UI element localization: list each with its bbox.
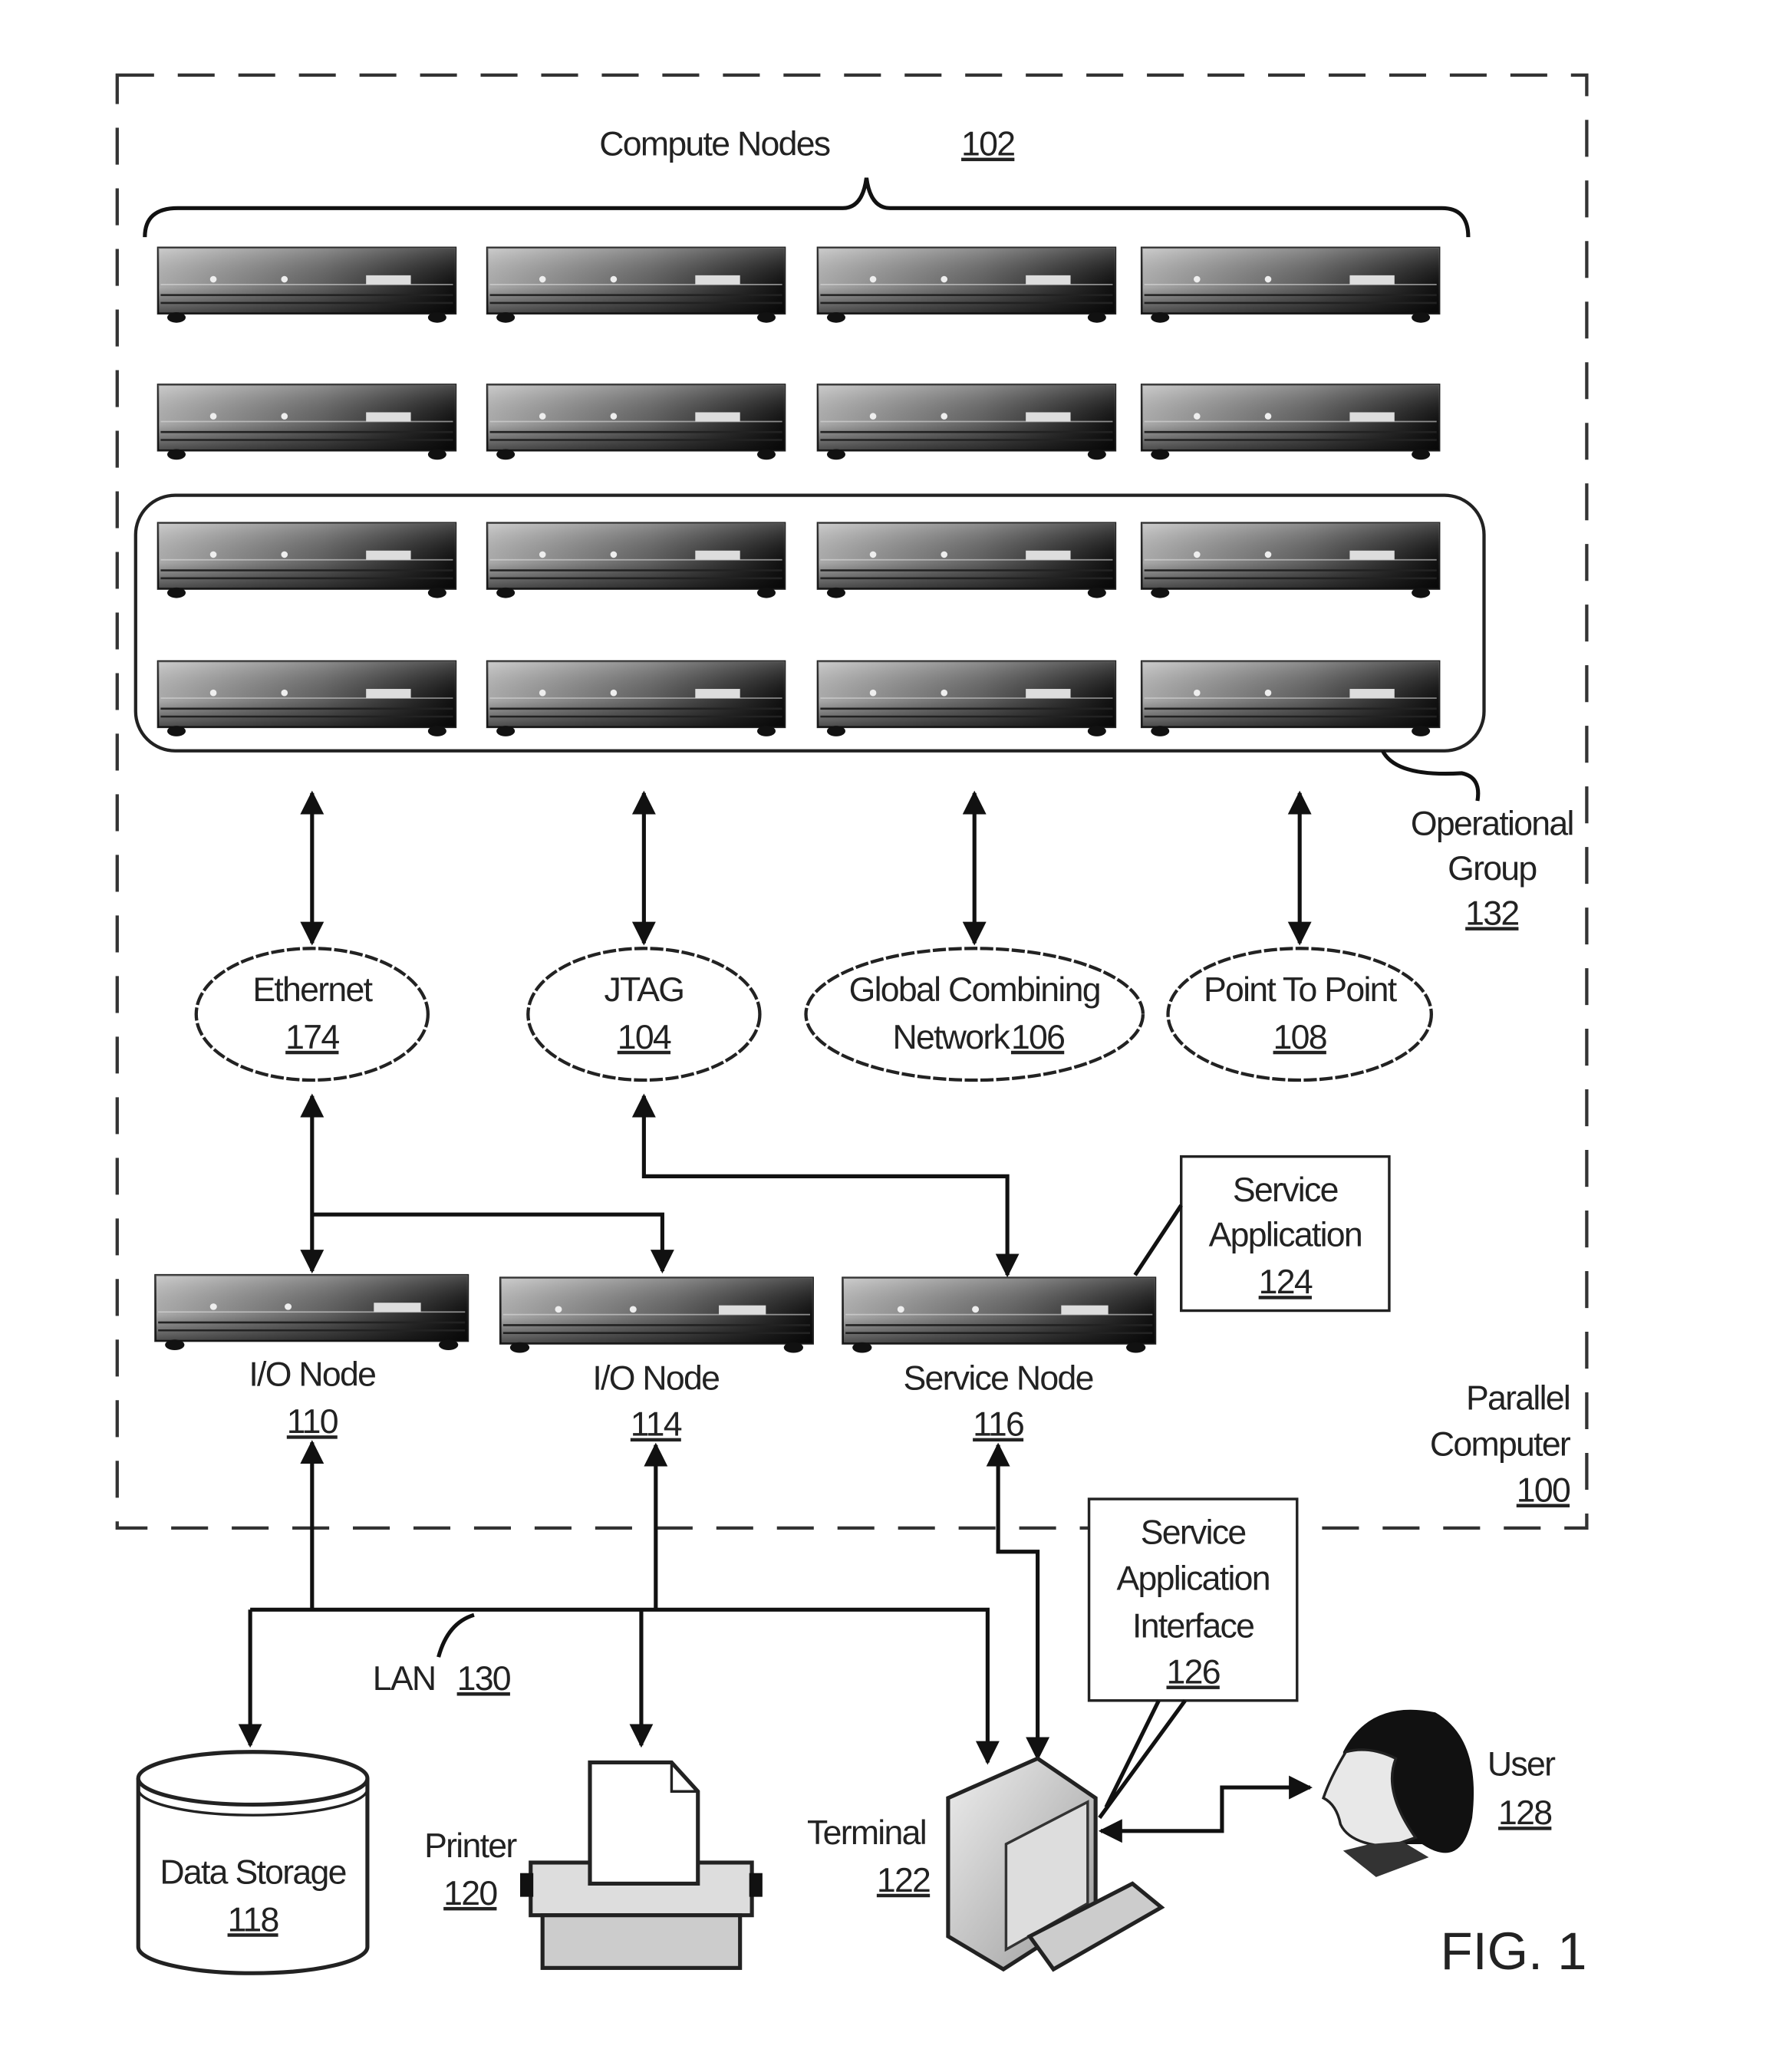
io-node-2-label: I/O Node: [592, 1360, 719, 1398]
io-node-1-label: I/O Node: [249, 1356, 375, 1393]
compute-node: [156, 522, 457, 599]
ethernet-ref: 174: [285, 1019, 339, 1056]
global-combining-label2: Network: [893, 1019, 1011, 1056]
compute-nodes-ref: 102: [961, 126, 1014, 163]
compute-node: [1140, 522, 1441, 599]
operational-group-line2: Group: [1448, 850, 1536, 888]
network-point-to-point: Point To Point 108: [1166, 947, 1433, 1082]
service-application-line1: Service: [1233, 1171, 1338, 1209]
parallel-computer-line2: Computer: [1430, 1425, 1571, 1463]
jtag-ref: 104: [618, 1019, 671, 1056]
compute-node: [816, 384, 1117, 461]
terminal-ref: 122: [877, 1862, 930, 1899]
lan-bus: [250, 1607, 1000, 1765]
printer-ref: 120: [443, 1875, 497, 1912]
jtag-label: JTAG: [604, 971, 684, 1009]
user-label: User: [1487, 1746, 1556, 1784]
global-combining-label: Global Combining: [849, 971, 1100, 1009]
service-application-line2: Application: [1209, 1216, 1362, 1253]
compute-node: [156, 660, 457, 738]
compute-node: [486, 522, 786, 599]
global-combining-ref: 106: [1011, 1019, 1064, 1056]
compute-node-grid: [156, 246, 1441, 738]
service-node-ref: 116: [973, 1406, 1023, 1444]
compute-node: [156, 384, 457, 461]
service-node-116: [842, 1276, 1157, 1354]
sai-line1: Service: [1141, 1514, 1246, 1551]
io-node-2-ref: 114: [631, 1406, 682, 1444]
p2p-ref: 108: [1273, 1019, 1326, 1056]
link-service-terminal: [986, 1442, 1050, 1761]
service-application-ref: 124: [1259, 1263, 1313, 1301]
compute-node: [1140, 660, 1441, 738]
io-node-110: [154, 1273, 469, 1352]
data-storage-label: Data Storage: [160, 1853, 345, 1891]
operational-group-line1: Operational: [1411, 805, 1573, 843]
link-ethernet-io2: [311, 1212, 674, 1274]
figure-caption: FIG. 1: [1441, 1922, 1587, 1981]
link-terminal-user: [1098, 1775, 1313, 1843]
compute-node: [486, 246, 786, 324]
patent-diagram: Compute Nodes 102 Operational Group 132 …: [115, 73, 1589, 1981]
compute-node: [156, 246, 457, 324]
printer-icon: [520, 1760, 763, 1970]
lan-label: LAN: [373, 1660, 436, 1698]
parallel-computer-ref: 100: [1517, 1471, 1570, 1509]
network-global-combining: Global Combining Network 106: [804, 947, 1145, 1082]
ethernet-label: Ethernet: [252, 971, 373, 1009]
sai-line2: Application: [1116, 1560, 1269, 1598]
service-application-leader: [1133, 1204, 1183, 1276]
network-ethernet: Ethernet 174: [194, 947, 430, 1082]
compute-node: [816, 660, 1117, 738]
printer-label: Printer: [424, 1827, 517, 1865]
sai-line3: Interface: [1132, 1607, 1254, 1645]
user-ref: 128: [1498, 1794, 1551, 1832]
compute-node: [816, 522, 1117, 599]
sai-leader: [1098, 1699, 1187, 1820]
compute-nodes-brace: [143, 177, 1471, 238]
operational-group-leader: [1381, 749, 1481, 802]
service-node-label: Service Node: [903, 1360, 1092, 1398]
user-icon: [1321, 1709, 1474, 1877]
terminal-icon: [946, 1756, 1165, 1972]
compute-node: [816, 246, 1117, 324]
io-node-1-ref: 110: [287, 1403, 338, 1441]
compute-nodes-label: Compute Nodes: [599, 126, 829, 163]
lan-ref: 130: [457, 1660, 511, 1698]
operational-group-ref: 132: [1465, 894, 1518, 932]
parallel-computer-line1: Parallel: [1466, 1379, 1570, 1417]
sai-ref: 126: [1167, 1653, 1220, 1691]
data-storage-ref: 118: [228, 1901, 278, 1939]
terminal-label: Terminal: [807, 1814, 926, 1852]
compute-node: [486, 660, 786, 738]
compute-node: [486, 384, 786, 461]
network-jtag: JTAG 104: [526, 947, 762, 1082]
lan-leader: [437, 1612, 475, 1658]
compute-node: [1140, 246, 1441, 324]
p2p-label: Point To Point: [1204, 971, 1398, 1009]
io-node-114: [499, 1276, 814, 1354]
compute-node: [1140, 384, 1441, 461]
link-jtag-service: [631, 1093, 1020, 1278]
